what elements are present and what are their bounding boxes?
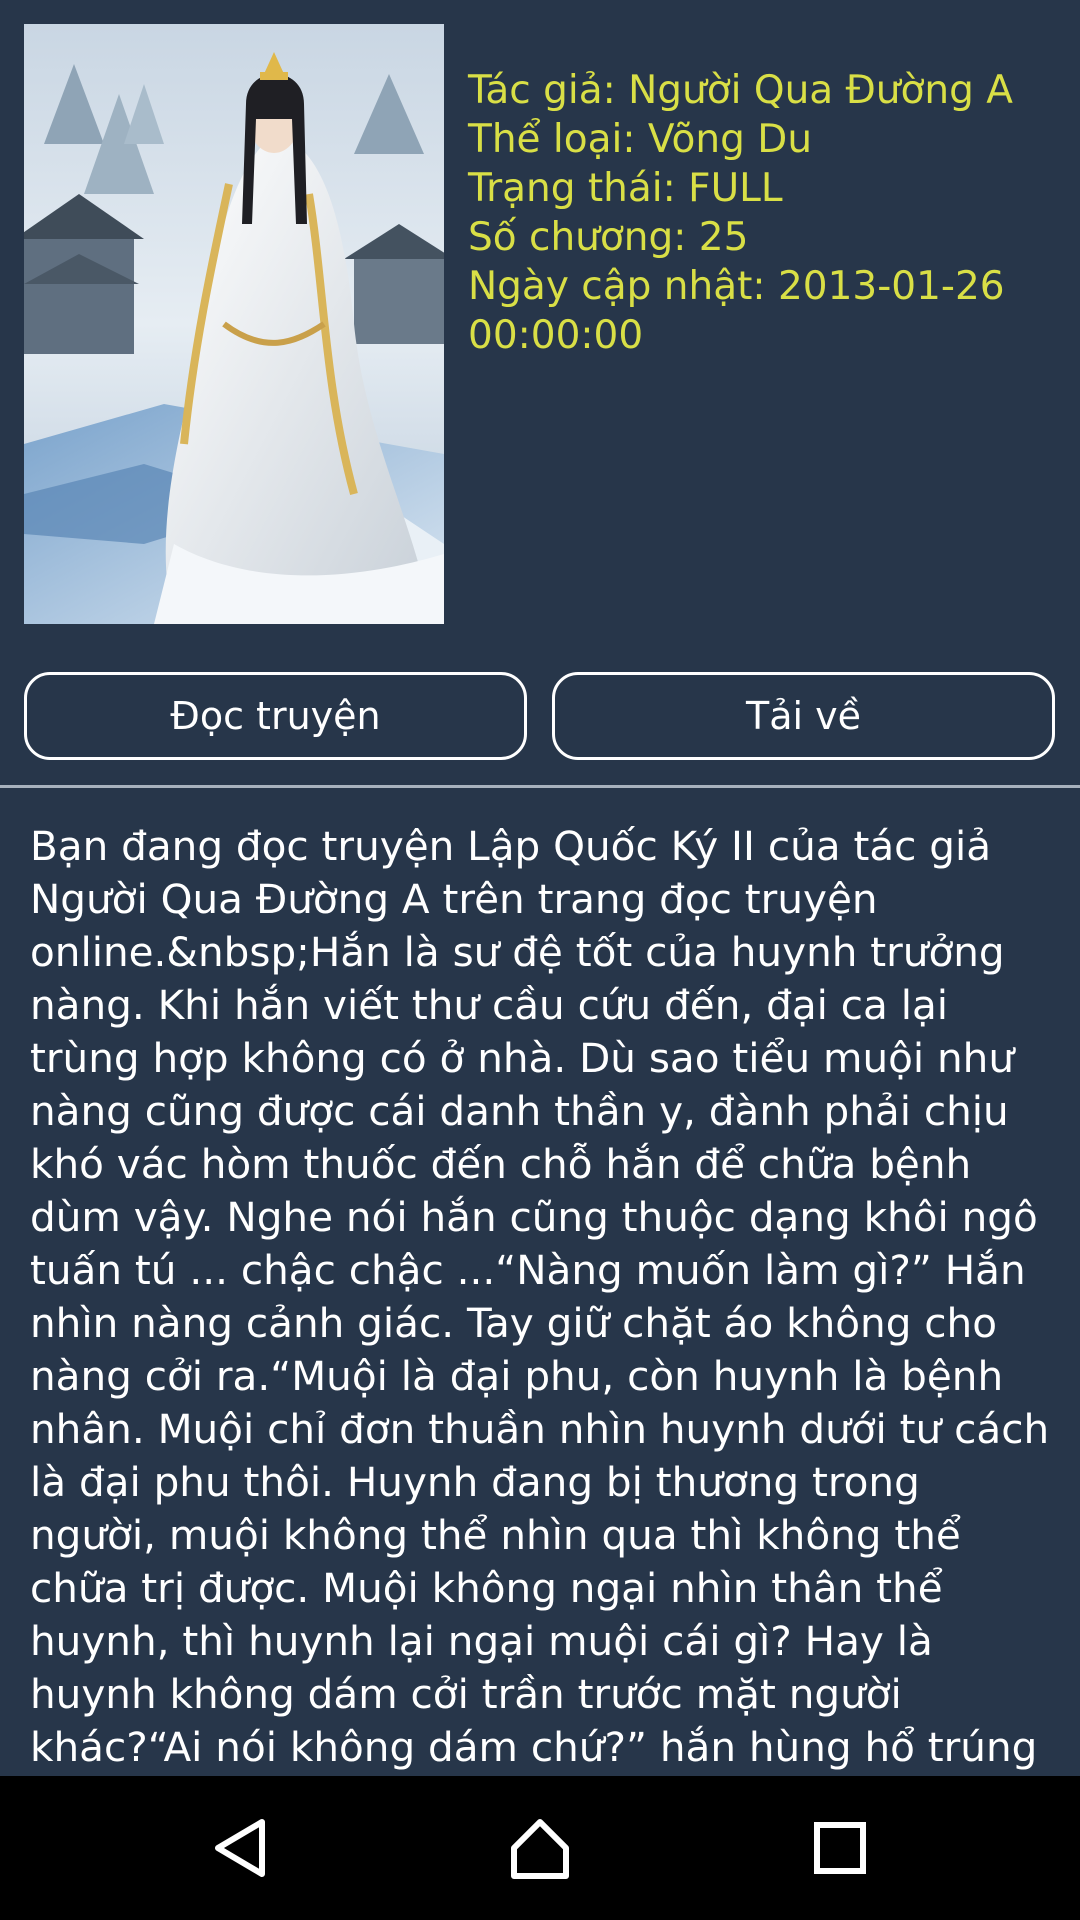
back-triangle-icon [215, 1819, 265, 1877]
description-scroll-area[interactable]: Bạn đang đọc truyện Lập Quốc Ký II của t… [0, 820, 1080, 1775]
read-story-label: Đọc truyện [170, 694, 381, 738]
recent-apps-icon [814, 1822, 866, 1874]
download-button[interactable]: Tải về [552, 672, 1055, 760]
download-label: Tải về [745, 694, 861, 738]
read-story-button[interactable]: Đọc truyện [24, 672, 527, 760]
updated-date-text: Ngày cập nhật: 2013-01-26 00:00:00 [468, 264, 1005, 358]
book-cover-image [24, 24, 444, 624]
home-icon [511, 1819, 569, 1879]
book-detail-screen: Tác giả: Người Qua Đường A Thể loại: Võn… [0, 0, 1080, 1920]
story-description: Bạn đang đọc truyện Lập Quốc Ký II của t… [30, 822, 1050, 1771]
system-navigation-bar [0, 1776, 1080, 1920]
section-divider [0, 785, 1080, 788]
nav-recent-apps-button[interactable] [780, 1776, 900, 1920]
chapter-count-text: Số chương: 25 [468, 215, 749, 260]
nav-home-button[interactable] [480, 1776, 600, 1920]
genre-text: Thể loại: Võng Du [468, 117, 813, 162]
book-info-panel: Tác giả: Người Qua Đường A Thể loại: Võn… [468, 66, 1058, 360]
author-text: Tác giả: Người Qua Đường A [468, 68, 1013, 113]
status-text: Trạng thái: FULL [468, 166, 783, 211]
nav-back-button[interactable] [180, 1776, 300, 1920]
